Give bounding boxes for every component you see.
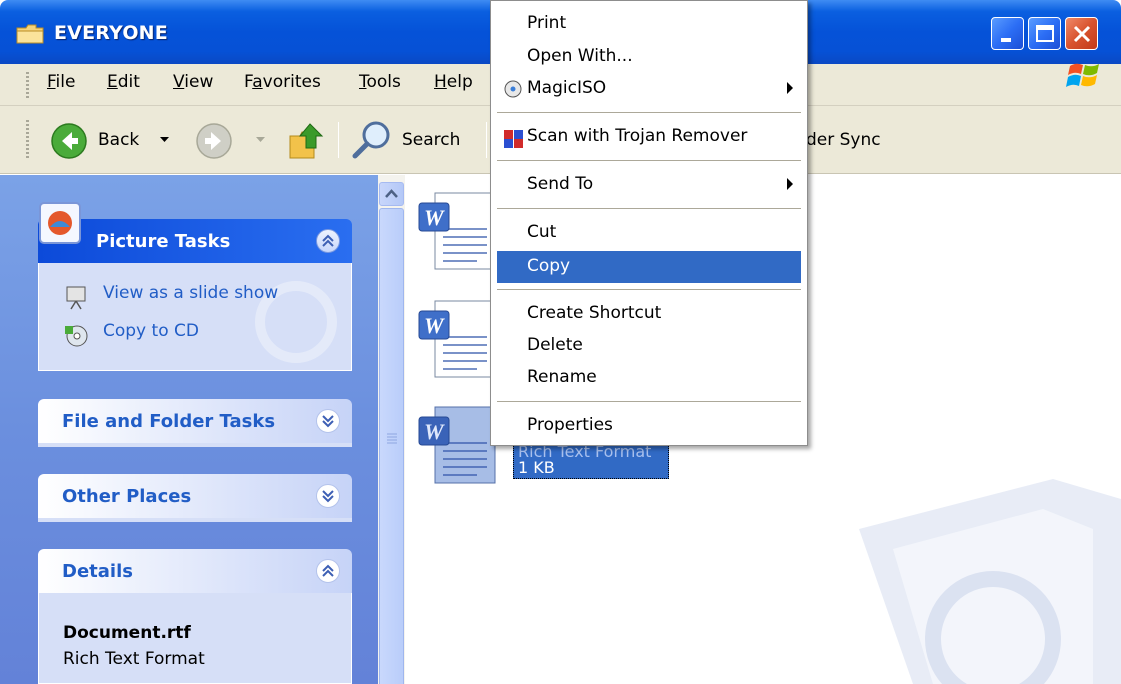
selected-file-label[interactable]: Rich Text Format 1 KB [513, 442, 669, 479]
menu-item-create-shortcut[interactable]: Create Shortcut [497, 300, 801, 328]
background-watermark-icon [859, 479, 1121, 684]
svg-text:W: W [424, 419, 445, 444]
collapse-chevron-icon[interactable] [316, 229, 340, 253]
windows-logo-icon [1066, 63, 1099, 87]
menu-tools[interactable]: Tools [359, 72, 401, 92]
menu-favorites[interactable]: Favorites [244, 72, 321, 92]
picture-tasks-body: View as a slide show Copy to CD [38, 263, 352, 371]
other-places-title: Other Places [62, 486, 192, 507]
minimize-icon [1001, 38, 1011, 42]
menu-item-properties[interactable]: Properties [497, 412, 801, 440]
folder-icon [16, 24, 44, 44]
menu-file[interactable]: File [47, 72, 75, 92]
submenu-arrow-icon [787, 82, 793, 94]
picture-tasks-header[interactable]: Picture Tasks [38, 202, 352, 263]
chevron-up-icon [385, 189, 398, 198]
selected-file-size: 1 KB [518, 458, 555, 477]
menu-grip [26, 72, 29, 98]
forward-arrow-icon[interactable] [195, 122, 233, 160]
menu-item-send-to[interactable]: Send To [497, 171, 801, 199]
menu-item-scan-trojan-remover[interactable]: Scan with Trojan Remover [497, 123, 801, 151]
maximize-button[interactable] [1028, 17, 1061, 50]
picture-tasks-title: Picture Tasks [96, 231, 231, 252]
folder-sync-label[interactable]: der Sync [806, 130, 881, 150]
svg-text:W: W [424, 313, 445, 338]
expand-chevron-icon[interactable] [316, 484, 340, 508]
menu-item-rename[interactable]: Rename [497, 364, 801, 392]
window-title: EVERYONE [54, 22, 168, 44]
trojan-remover-icon [504, 130, 523, 148]
menu-item-copy[interactable]: Copy [497, 251, 801, 283]
scroll-up-button[interactable] [379, 182, 404, 206]
back-dropdown-icon[interactable] [160, 136, 170, 144]
task-pane: Picture Tasks View as a slide show Copy … [0, 175, 378, 684]
close-icon [1073, 25, 1091, 43]
details-filename: Document.rtf [63, 623, 191, 643]
vertical-scrollbar[interactable] [378, 175, 405, 684]
context-menu[interactable]: Print Open With... MagicISO Scan with Tr… [490, 0, 808, 446]
word-document-icon-selected[interactable]: W [417, 401, 497, 491]
menu-view[interactable]: View [173, 72, 213, 92]
submenu-arrow-icon [787, 178, 793, 190]
file-folder-tasks-header[interactable]: File and Folder Tasks [38, 399, 352, 443]
toolbar-grip [26, 120, 29, 160]
other-places-header[interactable]: Other Places [38, 474, 352, 518]
details-body: Document.rtf Rich Text Format [38, 593, 352, 684]
magiciso-icon [504, 80, 522, 98]
grip-icon [387, 433, 397, 444]
details-header[interactable]: Details [38, 549, 352, 593]
menu-item-delete[interactable]: Delete [497, 332, 801, 360]
minimize-button[interactable] [991, 17, 1024, 50]
details-filetype: Rich Text Format [63, 649, 205, 669]
scroll-thumb[interactable] [379, 208, 404, 684]
forward-dropdown-icon[interactable] [256, 136, 266, 144]
search-label[interactable]: Search [402, 130, 460, 150]
word-document-icon[interactable]: W [417, 295, 497, 385]
menu-help[interactable]: Help [434, 72, 473, 92]
menu-edit[interactable]: Edit [107, 72, 140, 92]
menu-item-print[interactable]: Print [497, 10, 801, 38]
maximize-icon [1036, 25, 1054, 42]
svg-text:W: W [424, 205, 445, 230]
back-label[interactable]: Back [98, 130, 139, 150]
picture-tasks-icon [39, 202, 81, 244]
menu-item-magiciso[interactable]: MagicISO [497, 75, 801, 103]
details-title: Details [62, 561, 133, 582]
collapse-chevron-icon[interactable] [316, 559, 340, 583]
copy-to-cd-icon [65, 325, 88, 347]
menu-item-open-with[interactable]: Open With... [497, 43, 801, 71]
expand-chevron-icon[interactable] [316, 409, 340, 433]
close-button[interactable] [1065, 17, 1098, 50]
file-folder-tasks-title: File and Folder Tasks [62, 411, 276, 432]
up-folder-icon[interactable] [286, 120, 328, 162]
menu-item-cut[interactable]: Cut [497, 219, 801, 247]
word-document-icon[interactable]: W [417, 187, 497, 277]
back-arrow-icon[interactable] [50, 122, 88, 160]
search-icon[interactable] [350, 118, 394, 162]
slideshow-icon [66, 286, 86, 310]
